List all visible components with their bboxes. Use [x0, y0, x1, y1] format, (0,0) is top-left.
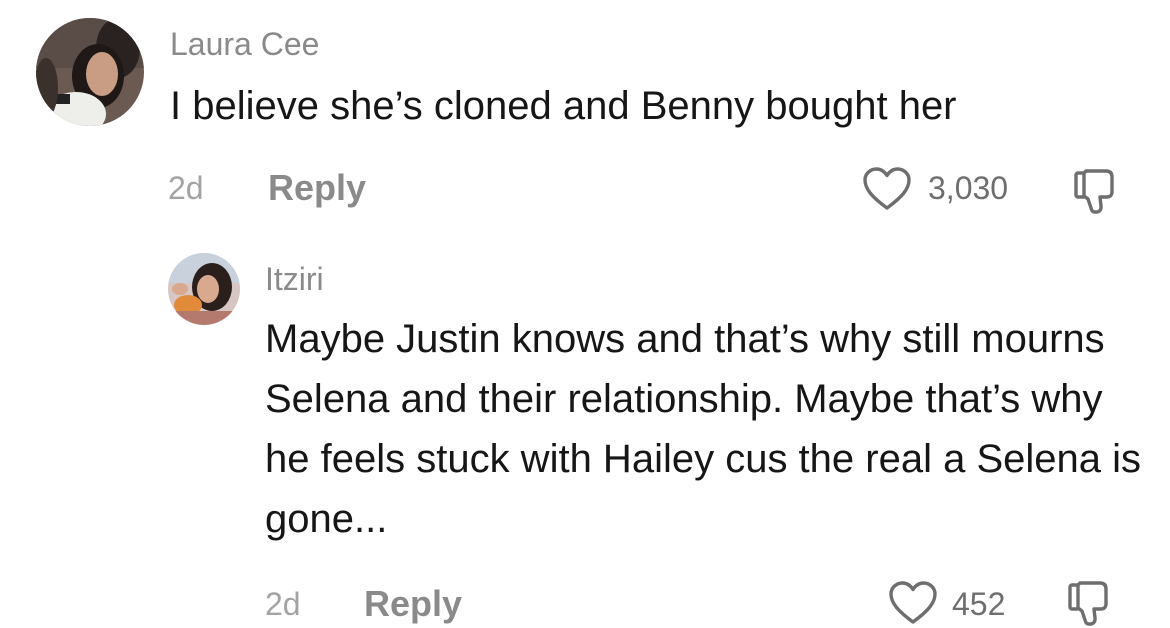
username[interactable]: Laura Cee — [170, 25, 319, 63]
thumbs-down-icon[interactable] — [1072, 166, 1122, 216]
username[interactable]: Itziri — [265, 260, 324, 298]
heart-icon[interactable] — [862, 166, 912, 212]
like-count: 3,030 — [928, 170, 1009, 206]
heart-icon[interactable] — [888, 580, 938, 626]
comment-timestamp: 2d — [168, 170, 204, 206]
reply-button[interactable]: Reply — [364, 584, 462, 624]
comment-timestamp: 2d — [265, 586, 301, 622]
avatar[interactable] — [36, 18, 144, 126]
reply-button[interactable]: Reply — [268, 168, 366, 208]
avatar[interactable] — [168, 253, 240, 325]
like-count: 452 — [952, 586, 1006, 622]
thumbs-down-icon[interactable] — [1066, 578, 1116, 628]
comment-text: I believe she’s cloned and Benny bought … — [170, 84, 957, 128]
comment-text: Maybe Justin knows and that’s why still … — [265, 317, 1141, 541]
